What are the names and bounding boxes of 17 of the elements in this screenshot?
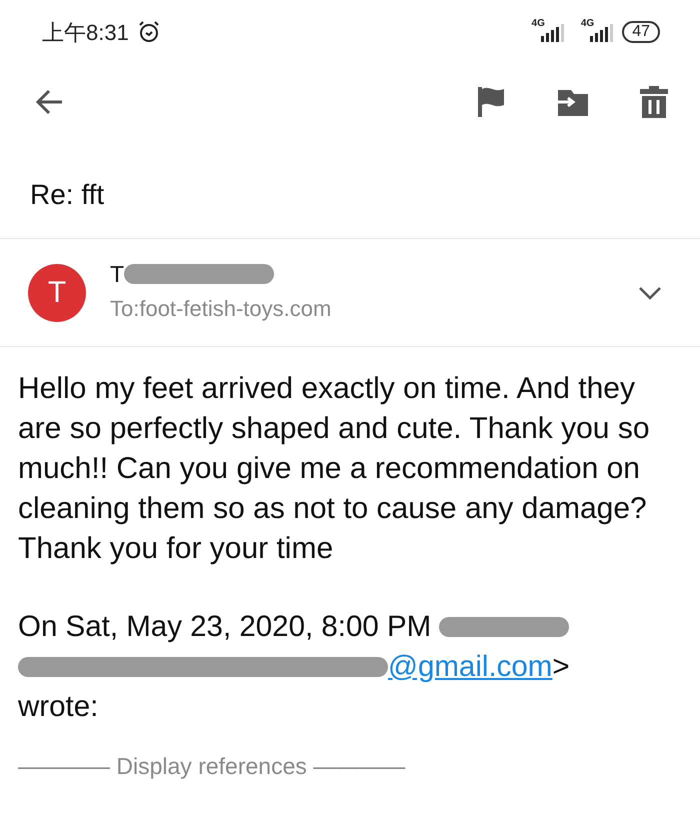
email-link[interactable]: @gmail.com (388, 647, 552, 687)
quote-text: On Sat, May 23, 2020, 8:00 PM (18, 609, 432, 645)
display-references-link[interactable]: ———— Display references ———— (0, 727, 700, 784)
quote-text: > (552, 649, 570, 685)
sender-avatar: T (28, 264, 86, 322)
battery-indicator: 47 (622, 21, 660, 43)
delete-button[interactable] (638, 85, 670, 119)
message-body: Hello my feet arrived exactly on time. And they are so perfectly shaped and cute. Thank you so much!! Can you give me a recommendation on cleaning them so as not to cause any damage? Thank you for your time (17, 371, 651, 567)
network-type: 4G (532, 19, 545, 29)
alarm-clock-icon (136, 20, 161, 44)
sender-name: T (110, 260, 124, 288)
recipient-address: To:foot-fetish-toys.com (110, 295, 332, 323)
quote-text: wrote: (18, 689, 98, 725)
clock-time: 上午8:31 (42, 18, 129, 46)
email-subject: Re: fft (0, 140, 700, 239)
network-type: 4G (580, 19, 594, 29)
expand-chevron-icon[interactable] (638, 286, 662, 300)
